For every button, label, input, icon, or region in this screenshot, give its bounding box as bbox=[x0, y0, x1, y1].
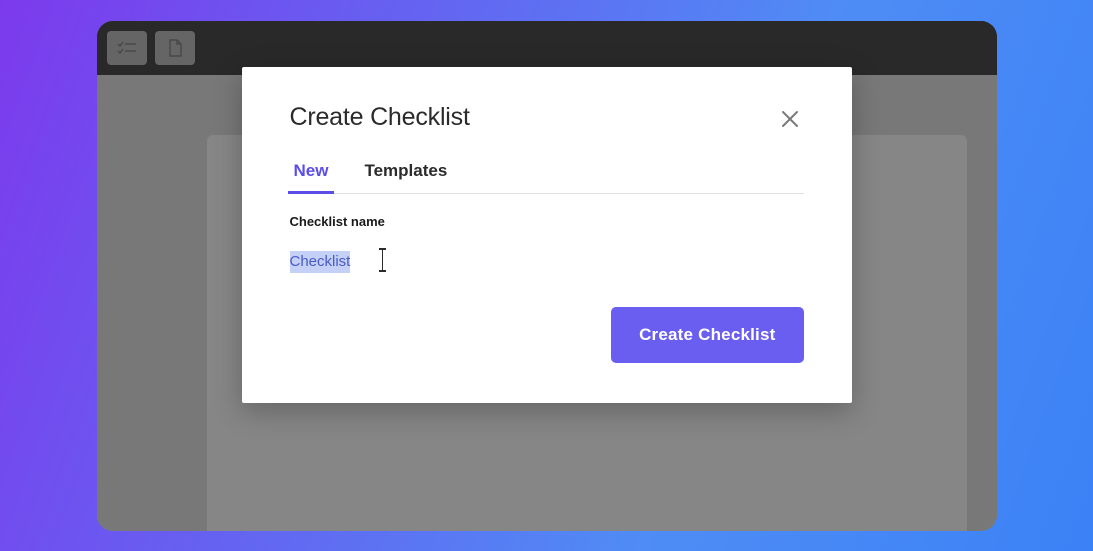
close-button[interactable] bbox=[776, 105, 804, 133]
text-cursor-icon bbox=[382, 250, 383, 270]
modal-header: Create Checklist bbox=[290, 103, 804, 133]
tab-templates[interactable]: Templates bbox=[360, 161, 451, 193]
input-selected-text: Checklist bbox=[290, 251, 351, 273]
close-icon bbox=[780, 109, 800, 129]
create-checklist-button[interactable]: Create Checklist bbox=[611, 307, 803, 363]
checklist-name-label: Checklist name bbox=[290, 214, 804, 229]
app-window: Create Checklist New Templates Checklist… bbox=[97, 21, 997, 531]
modal-footer: Create Checklist bbox=[290, 307, 804, 363]
create-checklist-modal: Create Checklist New Templates Checklist… bbox=[242, 67, 852, 403]
tab-new[interactable]: New bbox=[290, 161, 333, 193]
modal-overlay: Create Checklist New Templates Checklist… bbox=[97, 21, 997, 531]
checklist-name-input[interactable]: Checklist bbox=[290, 251, 804, 279]
modal-tabs: New Templates bbox=[290, 161, 804, 194]
modal-title: Create Checklist bbox=[290, 103, 470, 132]
